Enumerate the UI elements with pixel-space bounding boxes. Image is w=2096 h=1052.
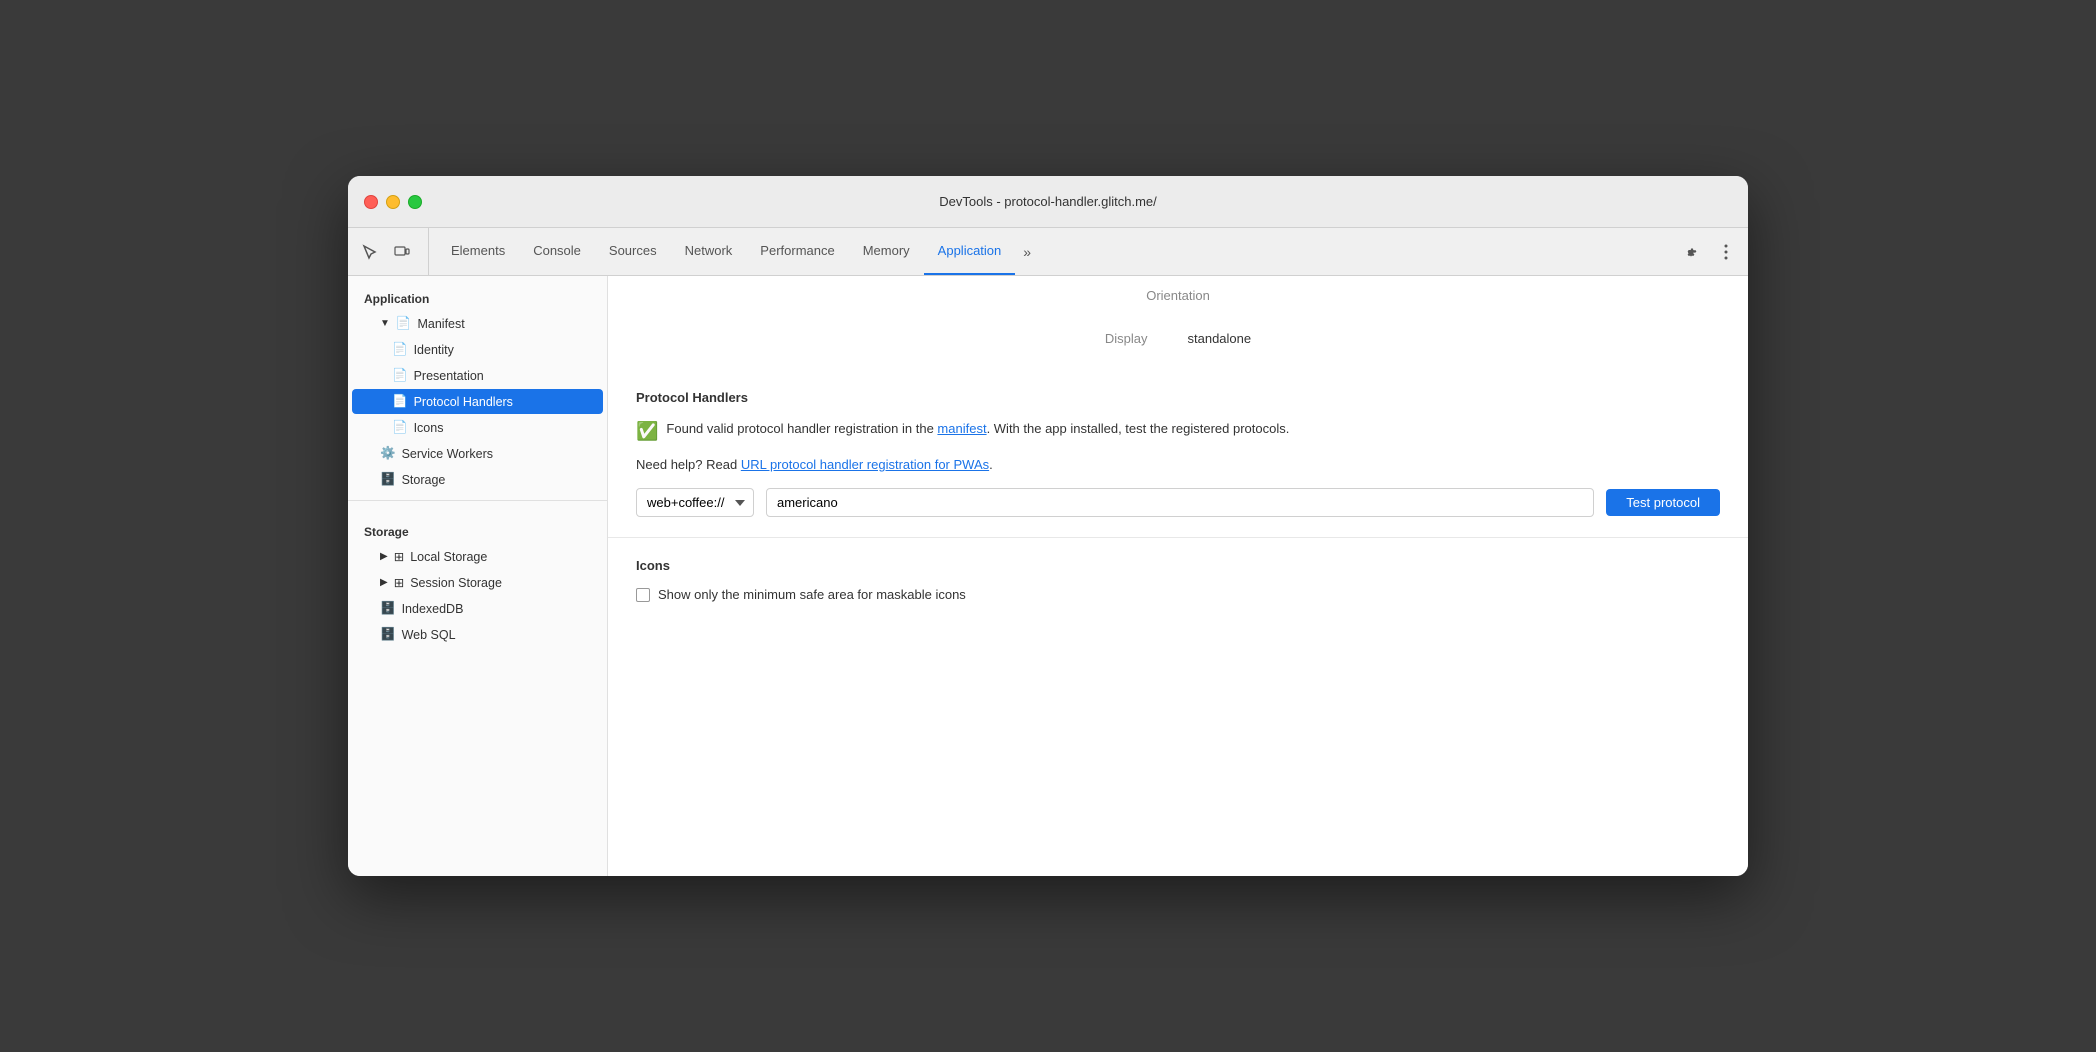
maskable-checkbox-label: Show only the minimum safe area for mask… — [658, 587, 966, 602]
success-check-icon: ✅ — [636, 418, 658, 445]
session-storage-triangle-icon: ▶ — [380, 577, 388, 588]
more-options-icon[interactable] — [1712, 238, 1740, 266]
more-tabs-button[interactable]: » — [1015, 228, 1039, 275]
display-value: standalone — [1188, 331, 1252, 346]
pwa-link[interactable]: URL protocol handler registration for PW… — [741, 457, 989, 472]
manifest-file-icon: 📄 — [396, 316, 412, 331]
indexeddb-icon: 🗄️ — [380, 601, 396, 616]
orientation-row: Orientation — [608, 276, 1748, 323]
identity-file-icon: 📄 — [392, 342, 408, 357]
minimize-button[interactable] — [386, 195, 400, 209]
sidebar-item-identity[interactable]: 📄 Identity — [352, 337, 603, 362]
tab-sources[interactable]: Sources — [595, 228, 671, 275]
sidebar-section-storage: Storage — [348, 509, 607, 543]
icons-title: Icons — [636, 558, 1720, 573]
sidebar-item-local-storage[interactable]: ▶ ⊞ Local Storage — [352, 544, 603, 569]
display-label: Display — [1105, 331, 1148, 346]
sidebar-item-web-sql[interactable]: 🗄️ Web SQL — [352, 622, 603, 647]
sidebar: Application ▼ 📄 Manifest 📄 Identity 📄 Pr… — [348, 276, 608, 876]
test-protocol-button[interactable]: Test protocol — [1606, 489, 1720, 516]
session-storage-icon: ⊞ — [394, 575, 404, 590]
toolbar: Elements Console Sources Network Perform… — [348, 228, 1748, 276]
icons-section: Icons Show only the minimum safe area fo… — [608, 538, 1748, 622]
maximize-button[interactable] — [408, 195, 422, 209]
display-row: Display standalone — [608, 323, 1748, 370]
protocol-file-icon: 📄 — [392, 394, 408, 409]
maskable-checkbox-row: Show only the minimum safe area for mask… — [636, 587, 1720, 602]
sidebar-item-icons[interactable]: 📄 Icons — [352, 415, 603, 440]
tab-console[interactable]: Console — [519, 228, 595, 275]
service-worker-icon: ⚙️ — [380, 446, 396, 461]
websql-icon: 🗄️ — [380, 627, 396, 642]
sidebar-item-service-workers[interactable]: ⚙️ Service Workers — [352, 441, 603, 466]
titlebar: DevTools - protocol-handler.glitch.me/ — [348, 176, 1748, 228]
icons-file-icon: 📄 — [392, 420, 408, 435]
protocol-handlers-section: Protocol Handlers ✅ Found valid protocol… — [608, 370, 1748, 538]
triangle-icon: ▼ — [380, 318, 390, 329]
devtools-window: DevTools - protocol-handler.glitch.me/ E… — [348, 176, 1748, 876]
success-text: Found valid protocol handler registratio… — [666, 419, 1289, 439]
sidebar-section-application: Application — [348, 276, 607, 310]
device-icon[interactable] — [388, 238, 416, 266]
tab-elements[interactable]: Elements — [437, 228, 519, 275]
sidebar-item-protocol-handlers[interactable]: 📄 Protocol Handlers — [352, 389, 603, 414]
toolbar-icons — [356, 228, 429, 275]
traffic-lights — [364, 195, 422, 209]
maskable-checkbox[interactable] — [636, 588, 650, 602]
storage-db-icon: 🗄️ — [380, 472, 396, 487]
orientation-label: Orientation — [1146, 288, 1210, 303]
tab-network[interactable]: Network — [671, 228, 747, 275]
tab-performance[interactable]: Performance — [746, 228, 848, 275]
protocol-dropdown[interactable]: web+coffee:// — [636, 488, 754, 517]
protocol-input[interactable] — [766, 488, 1594, 517]
tabs: Elements Console Sources Network Perform… — [437, 228, 1668, 275]
local-storage-triangle-icon: ▶ — [380, 551, 388, 562]
close-button[interactable] — [364, 195, 378, 209]
sidebar-item-session-storage[interactable]: ▶ ⊞ Session Storage — [352, 570, 603, 595]
presentation-file-icon: 📄 — [392, 368, 408, 383]
local-storage-icon: ⊞ — [394, 549, 404, 564]
protocol-handlers-title: Protocol Handlers — [636, 390, 1720, 405]
sidebar-item-indexeddb[interactable]: 🗄️ IndexedDB — [352, 596, 603, 621]
sidebar-item-manifest[interactable]: ▼ 📄 Manifest — [352, 311, 603, 336]
help-text: Need help? Read URL protocol handler reg… — [636, 457, 1720, 472]
tab-memory[interactable]: Memory — [849, 228, 924, 275]
protocol-success-message: ✅ Found valid protocol handler registrat… — [636, 419, 1720, 445]
tab-application[interactable]: Application — [924, 228, 1016, 275]
protocol-controls: web+coffee:// Test protocol — [636, 488, 1720, 517]
window-title: DevTools - protocol-handler.glitch.me/ — [939, 194, 1157, 209]
settings-icon[interactable] — [1676, 238, 1704, 266]
content-panel: Orientation Display standalone Protocol … — [608, 276, 1748, 876]
toolbar-right — [1668, 228, 1740, 275]
inspect-icon[interactable] — [356, 238, 384, 266]
main-area: Application ▼ 📄 Manifest 📄 Identity 📄 Pr… — [348, 276, 1748, 876]
sidebar-item-presentation[interactable]: 📄 Presentation — [352, 363, 603, 388]
sidebar-item-storage-app[interactable]: 🗄️ Storage — [352, 467, 603, 492]
sidebar-divider — [348, 500, 607, 501]
manifest-link[interactable]: manifest — [937, 421, 986, 436]
